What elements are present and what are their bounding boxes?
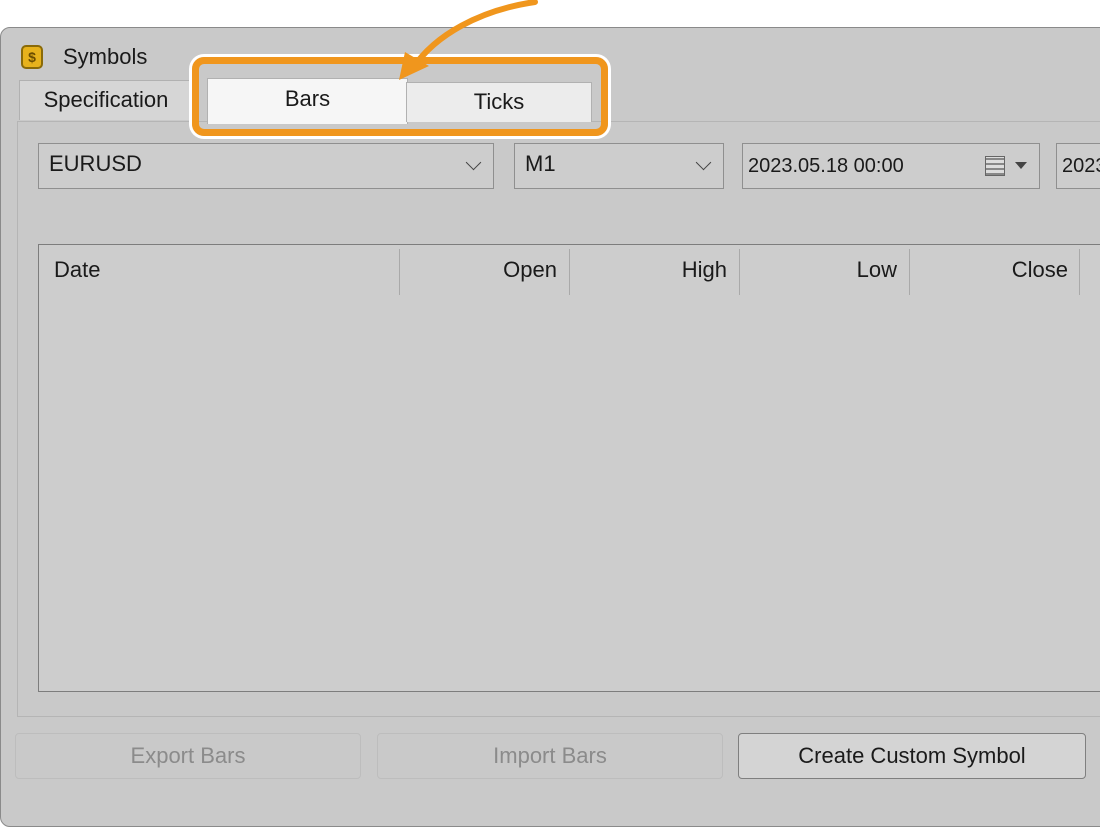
- tab-bars[interactable]: Bars: [207, 78, 408, 124]
- import-bars-button[interactable]: Import Bars: [377, 733, 723, 779]
- column-divider[interactable]: [739, 249, 740, 295]
- column-header-date[interactable]: Date: [54, 245, 394, 295]
- create-custom-symbol-button[interactable]: Create Custom Symbol: [738, 733, 1086, 779]
- column-header-open[interactable]: Open: [401, 245, 557, 295]
- symbol-select[interactable]: EURUSD: [38, 143, 494, 189]
- column-header-close[interactable]: Close: [911, 245, 1068, 295]
- annotation-arrow-icon: [399, 0, 538, 80]
- calendar-icon[interactable]: [985, 156, 1005, 176]
- tab-ticks[interactable]: Ticks: [406, 82, 592, 122]
- column-header-high[interactable]: High: [571, 245, 727, 295]
- timeframe-select[interactable]: M1: [514, 143, 724, 189]
- dollar-symbols-icon: $: [18, 42, 43, 69]
- symbol-select-value: EURUSD: [49, 151, 142, 176]
- tab-specification[interactable]: Specification: [19, 80, 193, 120]
- dropdown-arrow-icon[interactable]: [1015, 162, 1027, 169]
- window-title: Symbols: [63, 44, 148, 69]
- date-from-picker[interactable]: 2023.05.18 00:00: [742, 143, 1040, 189]
- column-header-low[interactable]: Low: [741, 245, 897, 295]
- column-divider[interactable]: [569, 249, 570, 295]
- chevron-down-icon: [695, 154, 712, 171]
- column-divider[interactable]: [909, 249, 910, 295]
- timeframe-select-value: M1: [525, 151, 556, 176]
- export-bars-button[interactable]: Export Bars: [15, 733, 361, 779]
- column-divider[interactable]: [399, 249, 400, 295]
- bars-table[interactable]: Date Open High Low Close: [38, 244, 1100, 692]
- date-from-value: 2023.05.18 00:00: [748, 155, 904, 177]
- date-to-value: 2023: [1062, 155, 1100, 177]
- title-bar: $ Symbols: [1, 28, 1100, 86]
- date-to-picker[interactable]: 2023: [1056, 143, 1100, 189]
- chevron-down-icon: [465, 154, 482, 171]
- column-divider[interactable]: [1079, 249, 1080, 295]
